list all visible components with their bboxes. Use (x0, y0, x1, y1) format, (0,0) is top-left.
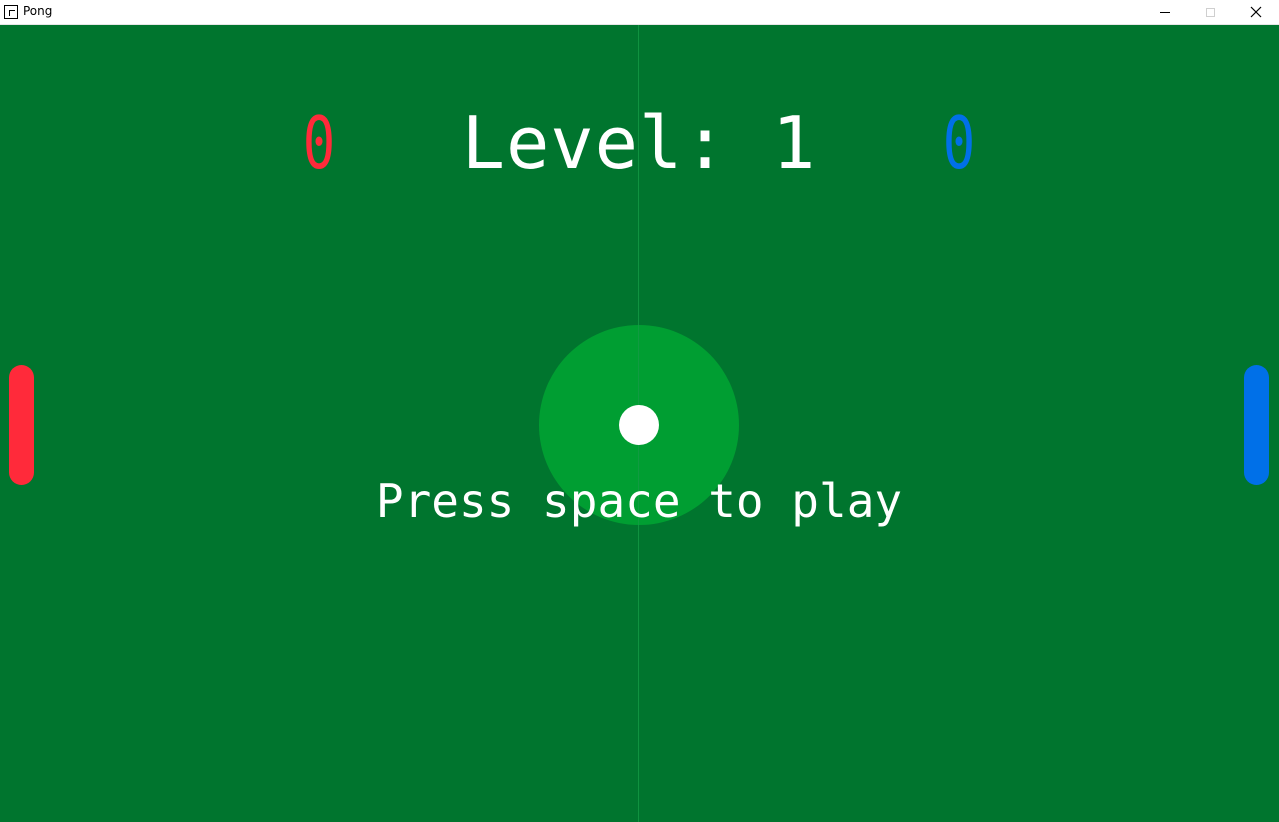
right-score: 0 (942, 101, 976, 185)
app-window-icon (4, 5, 18, 19)
start-prompt: Press space to play (375, 474, 903, 528)
game-field[interactable]: 0 Level: 1 0 Press space to play (0, 25, 1279, 822)
left-paddle (9, 365, 34, 485)
minimize-button[interactable] (1142, 0, 1188, 24)
window-titlebar[interactable]: Pong (0, 0, 1279, 25)
left-score: 0 (302, 101, 336, 185)
level-label: Level: 1 (461, 101, 817, 185)
ball (619, 405, 659, 445)
close-icon (1250, 6, 1262, 18)
minimize-icon (1160, 11, 1170, 13)
window-title: Pong (23, 4, 53, 18)
maximize-button[interactable] (1187, 0, 1233, 24)
right-paddle (1244, 365, 1269, 485)
close-button[interactable] (1233, 0, 1279, 24)
maximize-icon (1205, 7, 1215, 17)
